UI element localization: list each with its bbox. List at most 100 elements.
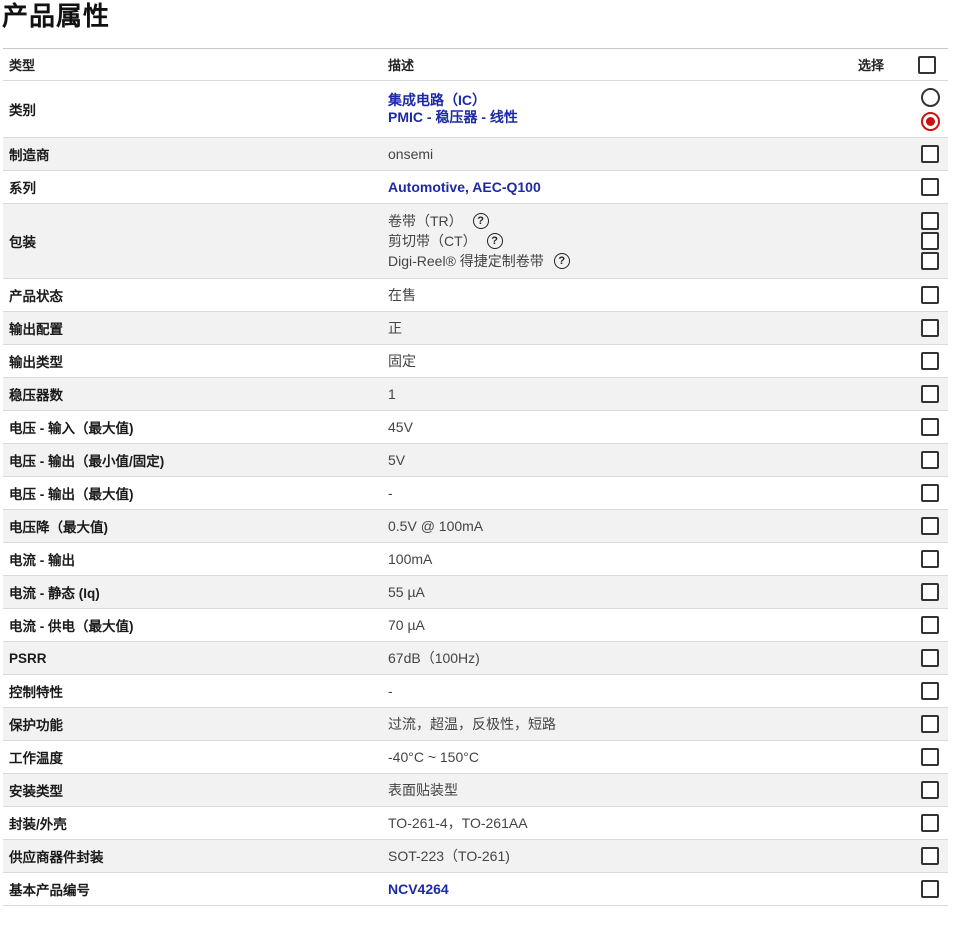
row-checkbox[interactable] (921, 880, 939, 899)
row-value: onsemi (382, 137, 912, 171)
row-checkbox[interactable] (921, 319, 939, 338)
row-name: 输出配置 (3, 311, 382, 345)
question-circle-icon[interactable]: ? (472, 213, 489, 229)
row-value: 5V (382, 443, 912, 477)
row-name: 类别 (3, 80, 382, 138)
row-name: 产品状态 (3, 278, 382, 312)
row-name: 保护功能 (3, 707, 382, 741)
row-value: SOT-223（TO-261) (382, 839, 912, 873)
package-option-ct: 剪切带（CT） (388, 233, 477, 249)
row-value: 正 (382, 311, 912, 345)
row-name: 电流 - 输出 (3, 542, 382, 576)
table-row: 封装/外壳 TO-261-4，TO-261AA (3, 806, 948, 840)
row-checkbox[interactable] (921, 715, 939, 734)
table-row: 输出配置 正 (3, 311, 948, 345)
table-row: PSRR 67dB（100Hz) (3, 641, 948, 675)
table-row: 电流 - 静态 (Iq) 55 µA (3, 575, 948, 609)
row-value: 固定 (382, 344, 912, 378)
row-value: 45V (382, 410, 912, 444)
category-radio-pmic-linear[interactable] (920, 111, 940, 131)
row-checkbox[interactable] (921, 352, 939, 371)
table-row: 供应商器件封装 SOT-223（TO-261) (3, 839, 948, 873)
package-checkbox-tr[interactable] (921, 212, 939, 230)
row-name: 电压降（最大值) (3, 509, 382, 543)
table-row: 稳压器数 1 (3, 377, 948, 411)
row-name: 控制特性 (3, 674, 382, 708)
table-row: 电压 - 输出（最小值/固定) 5V (3, 443, 948, 477)
row-checkbox[interactable] (921, 484, 939, 503)
table-row: 保护功能 过流，超温，反极性，短路 (3, 707, 948, 741)
row-value: - (382, 476, 912, 510)
row-name: 基本产品编号 (3, 872, 382, 906)
row-name: 安装类型 (3, 773, 382, 807)
question-circle-icon[interactable]: ? (553, 253, 570, 269)
package-checkbox-digi-reel[interactable] (921, 252, 939, 270)
table-row: 电压 - 输入（最大值) 45V (3, 410, 948, 444)
table-row: 电压降（最大值) 0.5V @ 100mA (3, 509, 948, 543)
question-circle-icon[interactable]: ? (486, 233, 503, 249)
base-part-number-link[interactable]: NCV4264 (382, 872, 912, 906)
row-checkbox[interactable] (921, 748, 939, 767)
row-checkbox[interactable] (921, 583, 939, 602)
row-checkbox[interactable] (921, 145, 939, 164)
row-name: PSRR (3, 641, 382, 675)
table-row: 包装 卷带（TR） ? 剪切带（CT） ? Digi-Reel® 得捷定制卷带 … (3, 203, 948, 279)
row-value: 1 (382, 377, 912, 411)
row-value: 55 µA (382, 575, 912, 609)
row-value: - (382, 674, 912, 708)
package-option-tr: 卷带（TR） (388, 213, 463, 229)
category-radio-ic[interactable] (920, 87, 940, 107)
category-link-ic[interactable]: 集成电路（IC） (388, 92, 906, 109)
row-value: 过流，超温，反极性，短路 (382, 707, 912, 741)
row-checkbox[interactable] (921, 451, 939, 470)
row-name: 系列 (3, 170, 382, 204)
row-checkbox[interactable] (921, 517, 939, 536)
row-checkbox[interactable] (921, 847, 939, 866)
row-checkbox[interactable] (921, 385, 939, 404)
row-checkbox[interactable] (921, 814, 939, 833)
row-checkbox[interactable] (921, 781, 939, 800)
row-value: TO-261-4，TO-261AA (382, 806, 912, 840)
row-name: 供应商器件封装 (3, 839, 382, 873)
row-name: 稳压器数 (3, 377, 382, 411)
row-checkbox[interactable] (921, 418, 939, 437)
table-row: 制造商 onsemi (3, 137, 948, 171)
row-name: 电流 - 供电（最大值) (3, 608, 382, 642)
row-name: 包装 (3, 203, 382, 279)
table-row: 安装类型 表面贴装型 (3, 773, 948, 807)
row-value: 表面贴装型 (382, 773, 912, 807)
table-row: 工作温度 -40°C ~ 150°C (3, 740, 948, 774)
category-link-pmic-linear[interactable]: PMIC - 稳压器 - 线性 (388, 109, 906, 126)
row-value: 70 µA (382, 608, 912, 642)
column-header-type: 类型 (3, 48, 382, 81)
column-header-select: 选择 (852, 48, 912, 81)
row-name: 工作温度 (3, 740, 382, 774)
row-checkbox[interactable] (921, 550, 939, 569)
table-row: 类别 集成电路（IC） PMIC - 稳压器 - 线性 (3, 80, 948, 138)
table-row: 基本产品编号 NCV4264 (3, 872, 948, 906)
row-name: 封装/外壳 (3, 806, 382, 840)
row-checkbox[interactable] (921, 616, 939, 635)
row-value: -40°C ~ 150°C (382, 740, 912, 774)
column-header-description: 描述 (382, 48, 852, 81)
row-checkbox[interactable] (921, 682, 939, 701)
row-checkbox[interactable] (921, 286, 939, 305)
series-link[interactable]: Automotive, AEC-Q100 (382, 170, 912, 204)
row-checkbox[interactable] (921, 178, 939, 197)
product-attributes-table: 类型 描述 选择 类别 集成电路（IC） PMIC - 稳压器 - 线性 制造商… (3, 48, 948, 906)
row-value: 0.5V @ 100mA (382, 509, 912, 543)
select-all-checkbox[interactable] (918, 55, 936, 74)
row-name: 电流 - 静态 (Iq) (3, 575, 382, 609)
row-name: 电压 - 输出（最小值/固定) (3, 443, 382, 477)
package-checkbox-ct[interactable] (921, 232, 939, 250)
package-option-digi-reel: Digi-Reel® 得捷定制卷带 (388, 253, 544, 269)
table-row: 系列 Automotive, AEC-Q100 (3, 170, 948, 204)
table-row: 电压 - 输出（最大值) - (3, 476, 948, 510)
row-value: 在售 (382, 278, 912, 312)
table-row: 输出类型 固定 (3, 344, 948, 378)
page-title: 产品属性 (2, 2, 111, 32)
row-value: 100mA (382, 542, 912, 576)
row-checkbox[interactable] (921, 649, 939, 668)
row-name: 制造商 (3, 137, 382, 171)
table-header-row: 类型 描述 选择 (3, 48, 948, 81)
